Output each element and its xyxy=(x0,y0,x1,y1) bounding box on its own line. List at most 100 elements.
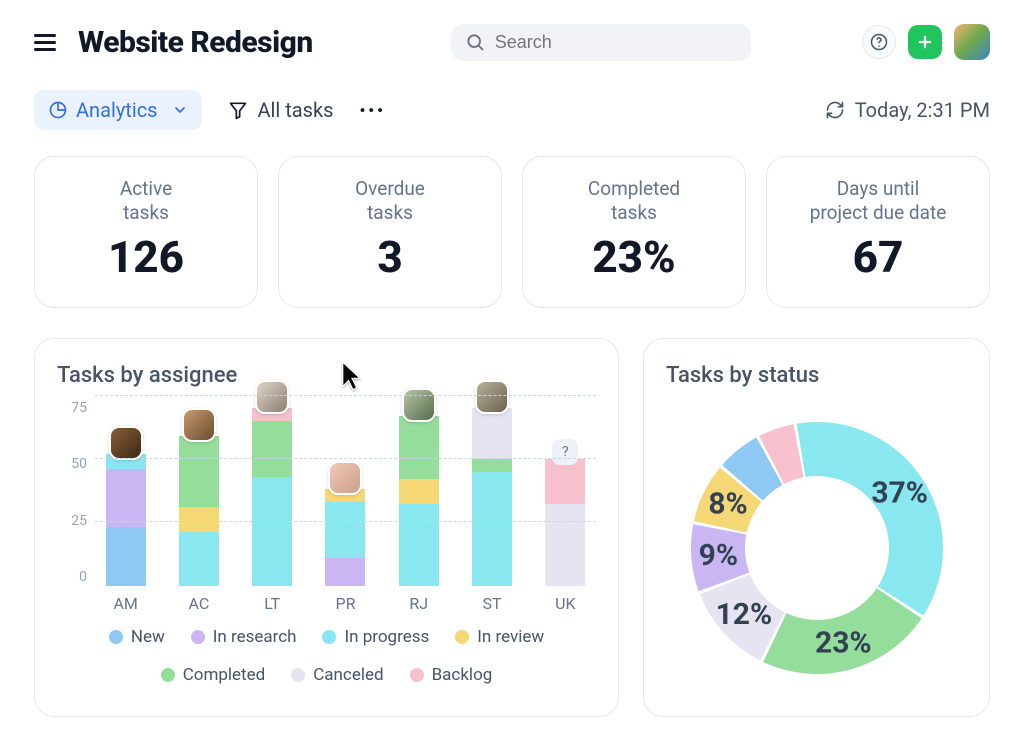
card-title: Tasks by status xyxy=(666,363,967,388)
legend-swatch xyxy=(291,668,305,682)
legend-label: In progress xyxy=(344,627,429,647)
bar-column xyxy=(101,396,150,586)
user-avatar[interactable] xyxy=(954,24,990,60)
donut-chart: 37% 23% 12% 9% 8% xyxy=(666,398,967,698)
filter-button[interactable]: All tasks xyxy=(228,98,334,122)
legend-swatch xyxy=(191,630,205,644)
plot-area: ? xyxy=(95,396,596,586)
assignee-avatar[interactable] xyxy=(475,380,509,414)
refresh-text: Today, 2:31 PM xyxy=(855,98,990,122)
assignee-avatar[interactable] xyxy=(255,380,289,414)
stat-label: Completed tasks xyxy=(533,177,735,225)
bar-segment xyxy=(472,408,512,459)
refresh-icon[interactable] xyxy=(825,100,845,120)
legend-item: In progress xyxy=(322,627,429,647)
stat-label: Active tasks xyxy=(45,177,247,225)
donut-label: 23% xyxy=(814,625,871,660)
stat-completed-tasks: Completed tasks 23% xyxy=(522,156,746,308)
donut-slice xyxy=(796,422,942,616)
donut-label: 37% xyxy=(871,475,928,510)
refresh-block: Today, 2:31 PM xyxy=(825,98,990,122)
card-tasks-by-status: Tasks by status 37% 23% 12% 9% 8% xyxy=(643,338,990,717)
legend-item: New xyxy=(109,627,165,647)
view-analytics-button[interactable]: Analytics xyxy=(34,90,202,130)
legend-swatch xyxy=(455,630,469,644)
y-tick: 25 xyxy=(71,513,87,529)
search-field[interactable] xyxy=(451,24,751,61)
assignee-avatar[interactable] xyxy=(182,408,216,442)
bar-stack xyxy=(325,489,365,585)
search-input[interactable] xyxy=(495,32,737,53)
plus-icon xyxy=(916,33,934,51)
stat-value: 67 xyxy=(777,231,979,283)
x-tick: ST xyxy=(467,594,516,613)
legend-label: New xyxy=(131,627,165,647)
assignee-avatar[interactable] xyxy=(109,426,143,460)
gridline xyxy=(95,521,596,522)
bar-segment xyxy=(179,532,219,585)
legend-label: Canceled xyxy=(313,665,383,685)
bar-segment xyxy=(106,469,146,527)
stat-label: Overdue tasks xyxy=(289,177,491,225)
legend-swatch xyxy=(161,668,175,682)
stat-days-until-due: Days until project due date 67 xyxy=(766,156,990,308)
legend: New In research In progress In review Comple… xyxy=(57,627,596,685)
filter-icon xyxy=(228,100,248,120)
stat-active-tasks: Active tasks 126 xyxy=(34,156,258,308)
stat-label: Days until project due date xyxy=(777,177,979,225)
bar-column xyxy=(174,396,223,586)
stat-overdue-tasks: Overdue tasks 3 xyxy=(278,156,502,308)
stat-value: 23% xyxy=(533,231,735,283)
bar-segment xyxy=(106,527,146,585)
header: Website Redesign xyxy=(34,18,990,66)
menu-icon[interactable] xyxy=(34,27,64,57)
donut-label: 9% xyxy=(698,537,737,572)
bar-column xyxy=(321,396,370,586)
gridline xyxy=(95,458,596,459)
donut-label: 12% xyxy=(715,596,772,631)
legend-item: In research xyxy=(191,627,297,647)
x-tick: UK xyxy=(541,594,590,613)
legend-label: Backlog xyxy=(432,665,493,685)
assignee-avatar[interactable] xyxy=(402,388,436,422)
legend-item: Completed xyxy=(161,665,266,685)
legend-item: Canceled xyxy=(291,665,383,685)
legend-item: Backlog xyxy=(410,665,493,685)
legend-swatch xyxy=(322,630,336,644)
card-title: Tasks by assignee xyxy=(57,363,596,388)
y-axis: 7550250 xyxy=(57,396,87,586)
toolbar: Analytics All tasks ••• Today, 2:31 PM xyxy=(34,88,990,132)
donut-label: 8% xyxy=(708,486,747,521)
y-tick: 0 xyxy=(79,569,87,585)
stat-value: 126 xyxy=(45,231,247,283)
x-tick: PR xyxy=(321,594,370,613)
gridline xyxy=(95,395,596,396)
main: Tasks by assignee 7550250 ? AMACLTPRRJST… xyxy=(34,338,990,717)
legend-label: In review xyxy=(477,627,544,647)
bar-segment xyxy=(252,477,292,586)
legend-swatch xyxy=(410,668,424,682)
view-label: Analytics xyxy=(76,98,158,122)
search-icon xyxy=(465,32,485,52)
legend-label: Completed xyxy=(183,665,266,685)
bar-stack xyxy=(472,408,512,585)
bar-segment xyxy=(179,436,219,507)
stats-row: Active tasks 126 Overdue tasks 3 Complet… xyxy=(34,156,990,308)
cursor-icon xyxy=(340,361,364,395)
bar-column: ? xyxy=(541,396,590,586)
more-button[interactable]: ••• xyxy=(359,101,386,120)
bar-segment xyxy=(545,504,585,585)
bar-stack xyxy=(399,416,439,586)
x-tick: LT xyxy=(248,594,297,613)
stat-value: 3 xyxy=(289,231,491,283)
bar-segment xyxy=(325,558,365,586)
assignee-avatar[interactable] xyxy=(328,461,362,495)
header-actions xyxy=(862,24,990,60)
y-tick: 75 xyxy=(71,400,87,416)
bar-segment xyxy=(472,459,512,472)
unknown-assignee-icon[interactable]: ? xyxy=(552,439,578,465)
bar-segment xyxy=(325,502,365,558)
x-axis-labels: AMACLTPRRJSTUK xyxy=(95,586,596,613)
help-button[interactable] xyxy=(862,25,896,59)
add-button[interactable] xyxy=(908,25,942,59)
